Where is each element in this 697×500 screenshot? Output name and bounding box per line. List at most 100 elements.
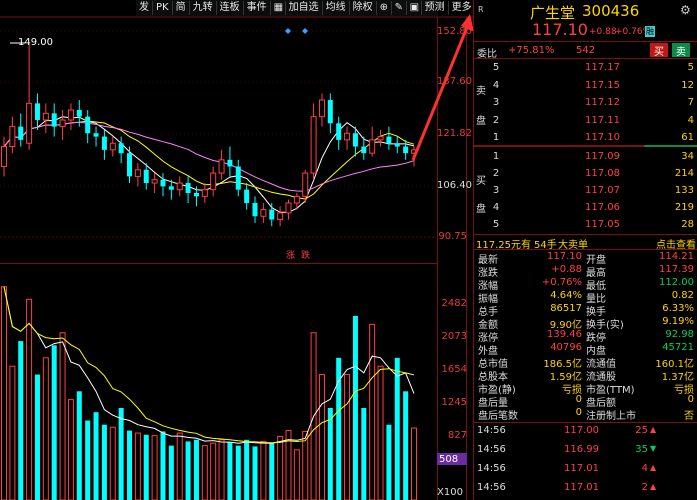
volume-bar bbox=[101, 424, 107, 500]
volume-bar bbox=[168, 445, 174, 500]
zoom-icon[interactable]: ⊕ bbox=[377, 1, 392, 15]
order-level-num: 5 bbox=[492, 62, 500, 73]
order-level-num: 3 bbox=[492, 97, 500, 108]
window-icon[interactable]: ▣ bbox=[407, 1, 422, 15]
info-row: 总手 86517 换手 6.33% bbox=[474, 303, 697, 318]
volume-bar bbox=[1, 286, 7, 500]
price-change: +0.88 bbox=[589, 27, 617, 37]
tool-jiuzhuan[interactable]: 九转 bbox=[190, 1, 217, 15]
order-level-num: 3 bbox=[492, 185, 500, 196]
volume-bar bbox=[134, 432, 141, 500]
volume-bar bbox=[9, 365, 16, 500]
volume-bar bbox=[269, 443, 275, 500]
order-level[interactable]: 5 117.05 28 bbox=[474, 219, 697, 233]
info-row: 外盘 40796 内盘 45721 bbox=[474, 342, 697, 357]
order-level[interactable]: 2 117.08 214 bbox=[474, 168, 697, 182]
info-value: 114.21 bbox=[659, 251, 694, 262]
tick-time: 14:56 bbox=[477, 482, 506, 493]
info-label: 盘后笔数 bbox=[478, 411, 518, 422]
volume-bar bbox=[235, 445, 241, 500]
volume-bar bbox=[210, 442, 217, 500]
tool-forecast[interactable]: 预测 bbox=[422, 1, 449, 15]
webi-value: +75.81% bbox=[508, 45, 555, 56]
tool-ma[interactable]: 均线 bbox=[323, 1, 350, 15]
tool-more[interactable]: 更多 bbox=[449, 1, 476, 15]
info-label: 注册制上市 bbox=[586, 411, 636, 422]
tick-time: 14:56 bbox=[477, 425, 506, 436]
volume-bar bbox=[344, 374, 351, 500]
order-volume: 214 bbox=[674, 168, 694, 179]
tick-volume: 4 bbox=[641, 463, 648, 474]
order-level[interactable]: 1 117.09 34 bbox=[474, 151, 697, 165]
info-value: 0 bbox=[575, 407, 582, 418]
volume-bar bbox=[42, 357, 49, 500]
tick-volume: 2 bbox=[641, 482, 648, 493]
settings-icon[interactable]: ⚙ bbox=[680, 3, 691, 17]
volume-current: 508 bbox=[439, 454, 459, 465]
tick-volume: 35 bbox=[635, 444, 648, 455]
info-value: 6.33% bbox=[662, 303, 694, 314]
info-row: 最新 117.10 开盘 114.21 bbox=[474, 251, 697, 266]
volume-bar bbox=[143, 434, 149, 500]
order-level[interactable]: 1 117.10 61 bbox=[474, 132, 697, 146]
tick-volume: 25 bbox=[635, 425, 648, 436]
big-order-price: 117.25元有 bbox=[476, 240, 531, 251]
tick-row: 14:56 116.99 35 ▼ bbox=[474, 444, 697, 460]
volume-bar bbox=[26, 298, 33, 500]
order-level[interactable]: 5 117.17 5 bbox=[474, 62, 697, 76]
big-order-vol: 54手 bbox=[534, 240, 557, 251]
volume-bar bbox=[127, 430, 133, 500]
info-row: 盘后笔数 0 注册制上市 否 bbox=[474, 407, 697, 422]
tool-add-watch[interactable]: 加自选 bbox=[286, 1, 323, 15]
quote-header: R 广生堂 300436 ⚙ bbox=[474, 0, 697, 22]
info-value: 0.82 bbox=[671, 290, 694, 301]
view-link[interactable]: 点击查看 bbox=[656, 236, 696, 251]
volume-bar bbox=[252, 446, 258, 500]
tick-price: 117.00 bbox=[564, 425, 599, 436]
info-value: 0 bbox=[575, 394, 582, 405]
info-value: 9.19% bbox=[662, 316, 694, 327]
order-volume: 219 bbox=[674, 202, 694, 213]
order-level-num: 2 bbox=[492, 114, 500, 126]
info-value: 86517 bbox=[550, 303, 582, 314]
order-volume: 4 bbox=[687, 114, 694, 126]
info-row: 涨跌 +0.88 最高 117.39 bbox=[474, 264, 697, 279]
tool-exright[interactable]: 除权 bbox=[350, 1, 377, 15]
volume-bar bbox=[193, 439, 199, 500]
tool-fa[interactable]: 发 bbox=[136, 1, 153, 15]
info-value: 117.10 bbox=[547, 251, 582, 262]
volume-bar bbox=[377, 365, 384, 500]
order-level-num: 5 bbox=[492, 219, 500, 230]
webi-row: 委比 +75.81% 542 买 卖 bbox=[474, 41, 697, 60]
kline-chart[interactable] bbox=[0, 0, 473, 500]
tool-pk[interactable]: PK bbox=[153, 1, 173, 15]
tool-event[interactable]: 事件 bbox=[244, 1, 271, 15]
order-level[interactable]: 4 117.15 12 bbox=[474, 80, 697, 94]
tick-price: 117.01 bbox=[564, 463, 599, 474]
stock-code: 300436 bbox=[582, 2, 640, 20]
tool-lianban[interactable]: 连板 bbox=[217, 1, 244, 15]
tick-row: 14:56 117.01 2 ▲ bbox=[474, 482, 697, 498]
volume-bar bbox=[327, 408, 333, 500]
grid-icon[interactable]: ▦ bbox=[271, 1, 286, 15]
info-row: 涨幅 +0.76% 最低 112.00 bbox=[474, 277, 697, 292]
order-level[interactable]: 2 117.11 4 bbox=[474, 115, 697, 129]
order-level[interactable]: 3 117.07 133 bbox=[474, 185, 697, 199]
info-value: 45721 bbox=[662, 342, 694, 353]
buy-button[interactable]: 买 bbox=[650, 43, 668, 58]
volume-bar bbox=[218, 439, 225, 500]
order-level[interactable]: 3 117.12 7 bbox=[474, 97, 697, 111]
sell-button[interactable]: 卖 bbox=[672, 43, 690, 58]
tool-jian[interactable]: 简 bbox=[173, 1, 190, 15]
tick-time: 14:56 bbox=[477, 463, 506, 474]
volume-bar bbox=[67, 399, 74, 500]
order-level-num: 2 bbox=[492, 168, 500, 179]
volume-bar bbox=[201, 445, 208, 500]
big-order-row[interactable]: 117.25元有 54手 大卖单 点击查看 bbox=[474, 234, 697, 251]
draw-icon[interactable]: ✎ bbox=[392, 1, 407, 15]
last-price: 117.10 bbox=[532, 20, 588, 39]
order-level[interactable]: 4 117.06 219 bbox=[474, 202, 697, 216]
volume-bar bbox=[244, 439, 250, 500]
order-price: 117.09 bbox=[585, 151, 620, 162]
price-tick: 121.82 bbox=[437, 128, 472, 139]
